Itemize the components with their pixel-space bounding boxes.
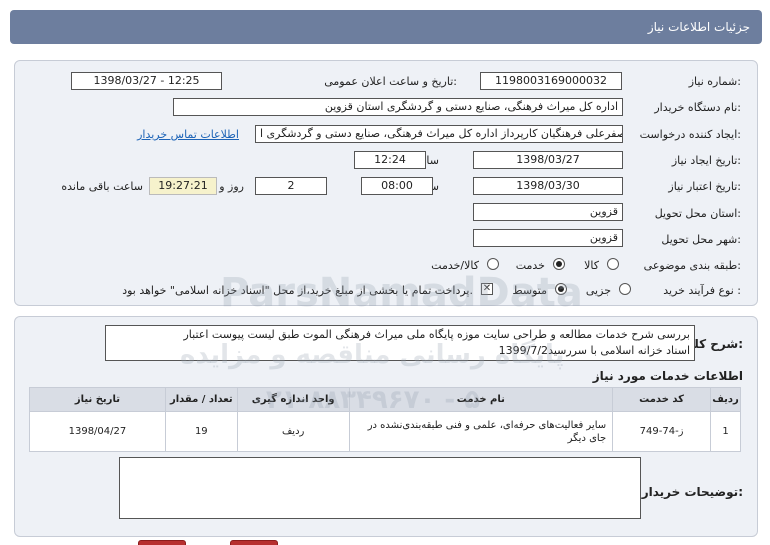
services-header-row: ردیف کد خدمت نام خدمت واحد اندازه گیری ت… bbox=[29, 387, 741, 412]
created-date-label: تاریخ ایجاد نیاز: bbox=[671, 154, 741, 167]
need-number-label: شماره نیاز: bbox=[688, 75, 741, 88]
need-number-field[interactable]: 1198003169000032 bbox=[480, 72, 622, 90]
category-both-label: کالا/خدمت bbox=[431, 259, 479, 272]
buyer-org-field[interactable]: اداره کل میراث فرهنگی، صنایع دستی و گردش… bbox=[173, 98, 623, 116]
created-time-field[interactable]: 12:24 bbox=[354, 151, 426, 169]
col-qty: تعداد / مقدار bbox=[164, 387, 238, 412]
category-label: طبقه بندی موضوعی: bbox=[643, 259, 741, 272]
treasury-payment-note: پرداخت تمام یا بخشی از مبلغ خرید،از محل … bbox=[122, 284, 473, 297]
description-box[interactable]: بررسی شرح خدمات مطالعه و طراحی سایت موزه… bbox=[105, 325, 695, 361]
cell-code: ز-74-749 bbox=[612, 411, 712, 452]
buyer-contact-link[interactable]: اطلاعات تماس خریدار bbox=[137, 128, 239, 141]
description-text-line1: بررسی شرح خدمات مطالعه و طراحی سایت موزه… bbox=[183, 328, 691, 341]
remaining-days-field[interactable]: 2 bbox=[255, 177, 327, 195]
cell-unit: ردیف bbox=[236, 411, 350, 452]
process-minor-radio[interactable] bbox=[619, 283, 631, 295]
remaining-time-field: 19:27:21 bbox=[149, 177, 217, 195]
page-header: جزئیات اطلاعات نیاز bbox=[10, 10, 762, 44]
validity-time-field[interactable]: 08:00 bbox=[361, 177, 433, 195]
category-goods-label: کالا bbox=[584, 259, 599, 272]
category-goods-radio[interactable] bbox=[607, 258, 619, 270]
requester-label: ایجاد کننده درخواست: bbox=[639, 128, 741, 141]
bottom-action-button-right[interactable] bbox=[230, 540, 278, 545]
city-field[interactable]: قزوین bbox=[473, 229, 623, 247]
category-service-label: خدمت bbox=[515, 259, 545, 272]
city-label: شهر محل تحویل: bbox=[661, 233, 741, 246]
buyer-notes-box[interactable] bbox=[119, 457, 641, 519]
province-field[interactable]: قزوین bbox=[473, 203, 623, 221]
services-table: ردیف کد خدمت نام خدمت واحد اندازه گیری ت… bbox=[29, 387, 741, 452]
services-section-title: اطلاعات خدمات مورد نیاز bbox=[592, 369, 743, 383]
table-row[interactable]: 1 ز-74-749 سایر فعالیت‌های حرفه‌ای، علمی… bbox=[29, 411, 741, 452]
province-label: استان محل تحویل: bbox=[654, 207, 741, 220]
col-row: ردیف bbox=[710, 387, 741, 412]
category-service-radio[interactable] bbox=[553, 258, 565, 270]
buyer-notes-label: توضیحات خریدار: bbox=[641, 485, 743, 499]
bottom-action-button-left[interactable] bbox=[138, 540, 186, 545]
cell-row: 1 bbox=[710, 411, 741, 452]
process-medium-label: متوسط bbox=[512, 284, 547, 297]
col-unit: واحد اندازه گیری bbox=[236, 387, 350, 412]
col-date: تاریخ نیاز bbox=[29, 387, 166, 412]
validity-date-label: تاریخ اعتبار نیاز: bbox=[668, 180, 741, 193]
created-date-field[interactable]: 1398/03/27 bbox=[473, 151, 623, 169]
cell-qty: 19 bbox=[164, 411, 238, 452]
process-medium-radio[interactable] bbox=[555, 283, 567, 295]
validity-date-field[interactable]: 1398/03/30 bbox=[473, 177, 623, 195]
treasury-payment-checkbox[interactable]: ✕ bbox=[481, 283, 493, 295]
cell-name: سایر فعالیت‌های حرفه‌ای، علمی و فنی طبقه… bbox=[348, 411, 614, 452]
col-name: نام خدمت bbox=[348, 387, 614, 412]
announce-datetime-label: تاریخ و ساعت اعلان عمومی: bbox=[324, 75, 457, 88]
page-title: جزئیات اطلاعات نیاز bbox=[647, 20, 750, 34]
process-label: نوع فرآیند خرید : bbox=[663, 284, 741, 297]
days-word: روز و bbox=[219, 180, 244, 193]
col-code: کد خدمت bbox=[612, 387, 712, 412]
remaining-word: ساعت باقی مانده bbox=[61, 180, 143, 193]
announce-datetime-field[interactable]: 1398/03/27 - 12:25 bbox=[71, 72, 222, 90]
process-minor-label: جزیی bbox=[585, 284, 611, 297]
description-text-line2: اسناد خزانه اسلامی با سررسید1399/7/2 bbox=[498, 344, 690, 357]
description-panel: شرح کلی نیاز: بررسی شرح خدمات مطالعه و ط… bbox=[14, 316, 758, 537]
category-both-radio[interactable] bbox=[487, 258, 499, 270]
need-details-panel: شماره نیاز: 1198003169000032 تاریخ و ساع… bbox=[14, 60, 758, 306]
cell-date: 1398/04/27 bbox=[29, 411, 166, 452]
buyer-org-label: نام دستگاه خریدار: bbox=[654, 101, 741, 114]
requester-field[interactable]: صفرعلی فرهنگیان کارپرداز اداره کل میراث … bbox=[255, 125, 623, 143]
